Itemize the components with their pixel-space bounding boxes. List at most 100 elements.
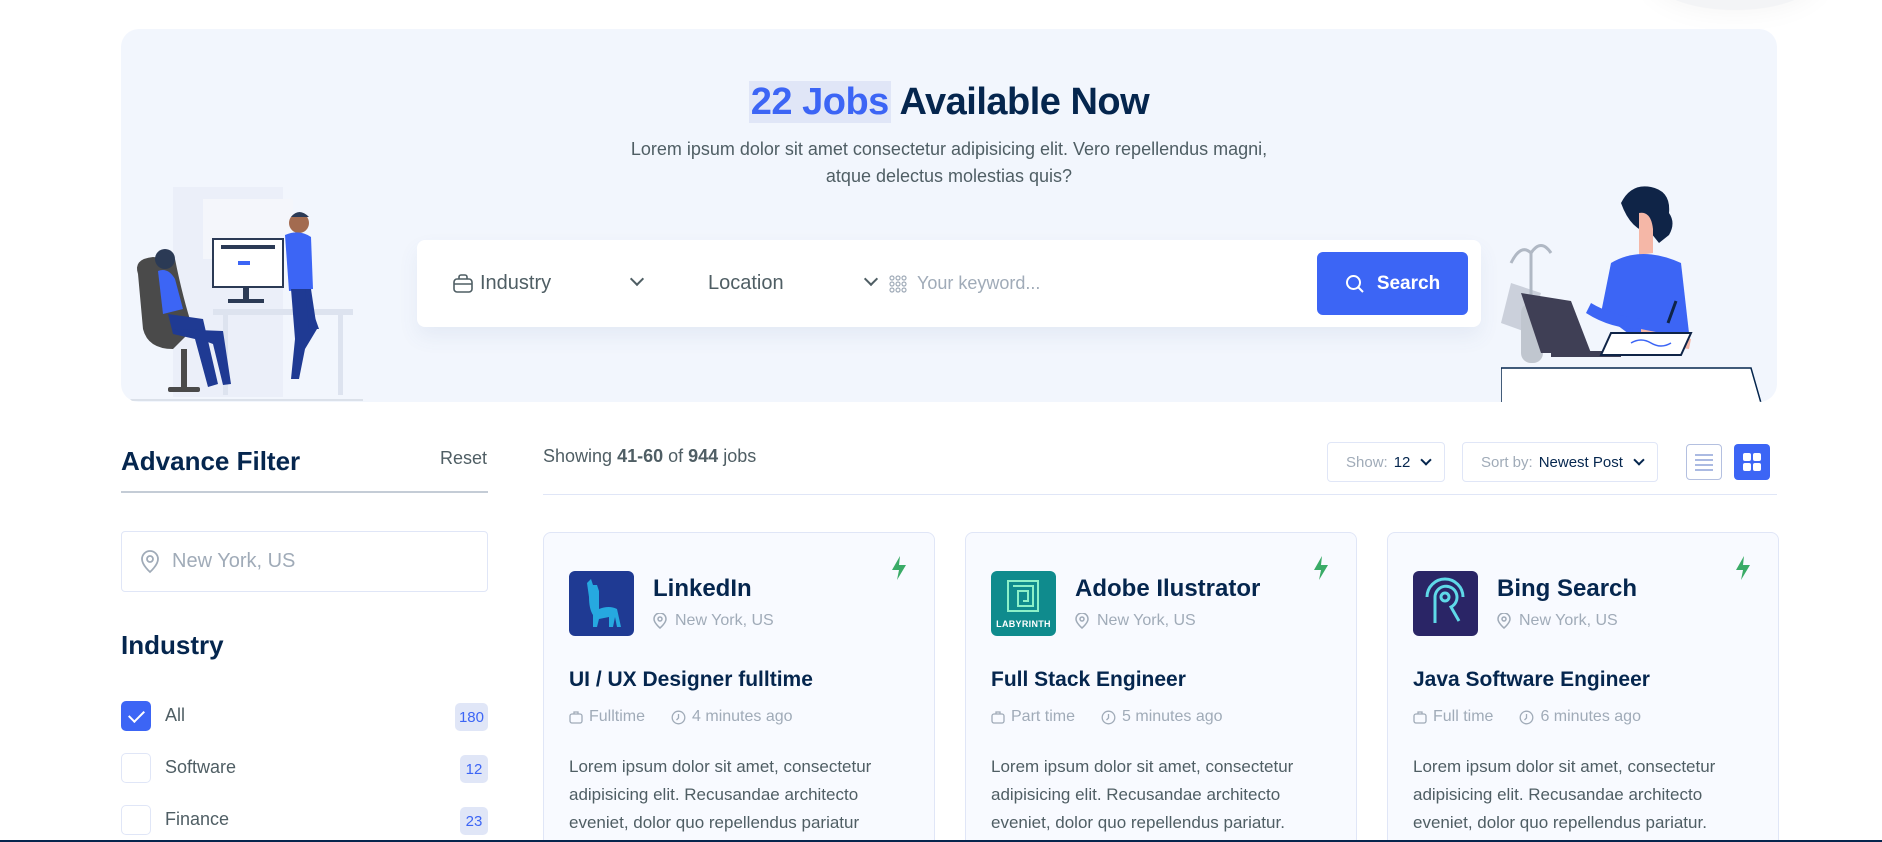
job-posted-time: 4 minutes ago: [692, 708, 793, 725]
company-logo: LABYRINTH: [991, 571, 1056, 636]
flash-icon: [1314, 556, 1328, 580]
show-value: 12: [1393, 453, 1411, 471]
showing-of: of: [668, 446, 684, 466]
show-per-page-select[interactable]: Show: 12: [1327, 442, 1446, 482]
clock-icon: [1101, 710, 1116, 724]
office-workers-illustration: [121, 187, 363, 401]
map-pin-icon: [141, 549, 159, 573]
job-description: Lorem ipsum dolor sit amet, consectetur …: [1413, 757, 1716, 832]
job-card[interactable]: LABYRINTH Adobe Ilustrator New York, US …: [965, 532, 1357, 842]
job-card[interactable]: LinkedIn New York, US UI / UX Designer f…: [543, 532, 935, 842]
industry-option-finance[interactable]: Finance 23: [121, 805, 488, 835]
list-icon: [1695, 454, 1713, 471]
flash-icon: [892, 556, 906, 580]
industry-checkbox[interactable]: [121, 805, 151, 835]
job-meta: Fulltime 4 minutes ago: [569, 708, 793, 726]
job-posted-time: 5 minutes ago: [1122, 708, 1223, 725]
keyword-input[interactable]: [917, 273, 1277, 294]
llama-icon: [587, 579, 621, 627]
signal-r-icon: [1425, 577, 1465, 623]
grid-view-button[interactable]: [1734, 444, 1770, 480]
industry-count-badge: 180: [454, 703, 488, 731]
job-title[interactable]: Full Stack Engineer: [991, 668, 1186, 692]
briefcase-icon: [991, 711, 1005, 724]
job-location-text: New York, US: [1519, 612, 1618, 629]
clock-icon: [671, 710, 686, 724]
job-location-text: New York, US: [1097, 612, 1196, 629]
results-count: Showing 41-60 of 944 jobs: [543, 446, 756, 467]
search-button-label: Search: [1376, 272, 1441, 294]
title-rest: Available Now: [899, 81, 1150, 123]
search-button[interactable]: Search: [1317, 252, 1468, 315]
hero-banner: 22 Jobs Available Now Lorem ipsum dolor …: [121, 29, 1777, 402]
industry-select[interactable]: Industry: [452, 240, 652, 327]
page-title: 22 Jobs Available Now: [121, 81, 1777, 124]
keyword-field: [889, 240, 1289, 327]
company-name: LinkedIn: [653, 575, 752, 602]
grid-icon: [1743, 453, 1761, 471]
sort-value: Newest Post: [1538, 453, 1623, 471]
flash-icon: [1736, 556, 1750, 580]
job-description: Lorem ipsum dolor sit amet, consectetur …: [569, 757, 872, 832]
job-description: Lorem ipsum dolor sit amet, consectetur …: [991, 757, 1294, 832]
sort-by-select[interactable]: Sort by: Newest Post: [1462, 442, 1658, 482]
location-filter-input[interactable]: [172, 550, 472, 573]
map-pin-icon: [653, 613, 667, 629]
company-logo: [1413, 571, 1478, 636]
industry-checkbox[interactable]: [121, 753, 151, 783]
company-name: Adobe Ilustrator: [1075, 575, 1261, 602]
industry-count-badge: 12: [460, 755, 488, 783]
job-meta: Part time 5 minutes ago: [991, 708, 1223, 726]
corner-decoration: [1650, 0, 1820, 10]
list-view-button[interactable]: [1686, 444, 1722, 480]
job-search-bar: Industry Location Search: [417, 240, 1481, 327]
industry-checkbox[interactable]: [121, 701, 151, 731]
job-type: Fulltime: [589, 708, 646, 725]
briefcase-icon: [1413, 711, 1427, 724]
job-title[interactable]: UI / UX Designer fulltime: [569, 668, 813, 692]
search-icon: [1345, 274, 1364, 293]
results-total: 944: [688, 446, 719, 466]
showing-suffix: jobs: [723, 446, 757, 466]
location-filter: [121, 531, 488, 592]
sort-label: Sort by:: [1481, 453, 1533, 471]
industry-select-label: Industry: [480, 272, 552, 294]
map-pin-icon: [1075, 613, 1089, 629]
title-accent: 22 Jobs: [748, 81, 891, 123]
map-pin-icon: [1497, 613, 1511, 629]
chevron-down-icon: [863, 271, 879, 287]
results-range: 41-60: [617, 446, 664, 466]
chevron-down-icon: [629, 271, 645, 287]
results-divider: [543, 494, 1777, 495]
location-select-label: Location: [708, 272, 784, 294]
briefcase-icon: [453, 273, 473, 293]
job-meta: Full time 6 minutes ago: [1413, 708, 1641, 726]
location-select[interactable]: Location: [702, 240, 882, 327]
clock-icon: [1520, 710, 1534, 724]
briefcase-icon: [569, 711, 583, 724]
logo-text: LABYRINTH: [996, 619, 1051, 629]
industry-option-label: Finance: [165, 809, 230, 829]
show-label: Show:: [1346, 453, 1388, 471]
company-logo: [569, 571, 634, 636]
job-posted-time: 6 minutes ago: [1540, 708, 1641, 725]
job-type: Part time: [1011, 708, 1076, 725]
industry-count-badge: 23: [460, 807, 488, 835]
job-location-text: New York, US: [675, 612, 774, 629]
chevron-down-icon: [1420, 454, 1433, 466]
job-title[interactable]: Java Software Engineer: [1413, 668, 1650, 692]
company-name: Bing Search: [1497, 575, 1638, 602]
filter-title: Advance Filter: [121, 446, 301, 476]
industry-filter-title: Industry: [121, 630, 224, 660]
industry-option-all[interactable]: All 180: [121, 701, 488, 731]
job-location: New York, US: [1075, 612, 1196, 630]
filter-divider: [121, 491, 488, 493]
job-location: New York, US: [1497, 612, 1618, 630]
job-card[interactable]: Bing Search New York, US Java Software E…: [1387, 532, 1779, 842]
industry-option-label: All: [165, 705, 186, 725]
hero-description: Lorem ipsum dolor sit amet consectetur a…: [630, 139, 1268, 186]
reset-filter-link[interactable]: Reset: [440, 448, 487, 469]
industry-option-label: Software: [165, 757, 237, 777]
grid-dots-icon: [889, 274, 907, 293]
industry-option-software[interactable]: Software 12: [121, 753, 488, 783]
